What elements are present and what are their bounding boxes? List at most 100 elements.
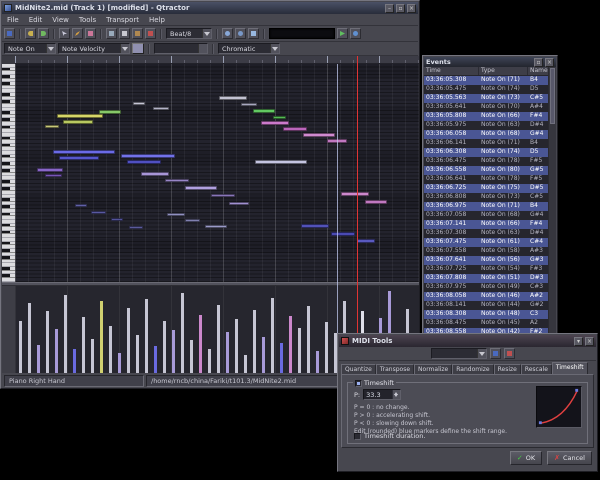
event-row[interactable]: 03:36:05.563Note On (73)C#5 bbox=[424, 94, 550, 103]
midi-note[interactable] bbox=[75, 204, 87, 207]
cancel-button[interactable]: ✗ Cancel bbox=[547, 451, 592, 465]
velocity-bar[interactable] bbox=[109, 326, 112, 373]
piano-roll[interactable] bbox=[15, 64, 419, 282]
tab-randomize[interactable]: Randomize bbox=[452, 364, 493, 374]
menu-file[interactable]: File bbox=[2, 15, 24, 25]
midi-note[interactable] bbox=[129, 226, 143, 229]
chevron-down-icon[interactable] bbox=[120, 44, 129, 53]
delete-icon[interactable] bbox=[145, 28, 156, 39]
tab-quantize[interactable]: Quantize bbox=[341, 364, 376, 374]
midi-note[interactable] bbox=[255, 160, 307, 164]
velocity-bar[interactable] bbox=[325, 322, 328, 373]
midi-note[interactable] bbox=[241, 103, 257, 106]
event-row[interactable]: 03:36:08.308Note On (48)C3 bbox=[424, 310, 550, 319]
event-row[interactable]: 03:36:05.975Note On (63)D#4 bbox=[424, 121, 550, 130]
event-row[interactable]: 03:36:07.558Note On (58)A#3 bbox=[424, 247, 550, 256]
velocity-bar[interactable] bbox=[316, 351, 319, 373]
event-row[interactable]: 03:36:06.641Note On (78)F#5 bbox=[424, 175, 550, 184]
tab-rescale[interactable]: Rescale bbox=[521, 364, 552, 374]
velocity-bar[interactable] bbox=[217, 305, 220, 373]
dialog-close-button[interactable]: × bbox=[585, 337, 594, 346]
event-row[interactable]: 03:36:06.808Note On (73)C#5 bbox=[424, 193, 550, 202]
menu-view[interactable]: View bbox=[47, 15, 74, 25]
event-row[interactable]: 03:36:06.141Note On (71)B4 bbox=[424, 139, 550, 148]
draw-tool-icon[interactable] bbox=[72, 28, 83, 39]
menu-help[interactable]: Help bbox=[144, 15, 170, 25]
midi-note[interactable] bbox=[341, 192, 369, 196]
midi-note[interactable] bbox=[301, 224, 329, 228]
midi-note[interactable] bbox=[167, 213, 185, 216]
spinner-arrows-icon[interactable] bbox=[392, 390, 400, 399]
timeline-ruler[interactable] bbox=[15, 56, 419, 64]
velocity-bar[interactable] bbox=[199, 315, 202, 373]
loop-icon[interactable] bbox=[350, 28, 361, 39]
midi-note[interactable] bbox=[99, 110, 121, 114]
velocity-bar[interactable] bbox=[118, 353, 121, 373]
event-row[interactable]: 03:36:07.141Note On (66)F#4 bbox=[424, 220, 550, 229]
velocity-bar[interactable] bbox=[208, 349, 211, 373]
tab-normalize[interactable]: Normalize bbox=[414, 364, 452, 374]
save-icon[interactable] bbox=[4, 28, 15, 39]
event-row[interactable]: 03:36:08.141Note On (44)G#2 bbox=[424, 301, 550, 310]
menu-transport[interactable]: Transport bbox=[101, 15, 144, 25]
event-row[interactable]: 03:36:07.808Note On (51)D#3 bbox=[424, 274, 550, 283]
cut-icon[interactable] bbox=[106, 28, 117, 39]
minimize-button[interactable]: – bbox=[385, 4, 394, 13]
event-param-combo[interactable]: Note Velocity bbox=[58, 43, 130, 54]
velocity-bar[interactable] bbox=[244, 355, 247, 373]
event-row[interactable]: 03:36:05.808Note On (66)F#4 bbox=[424, 112, 550, 121]
p-spinbox[interactable]: 33.3 bbox=[363, 389, 401, 400]
velocity-bar[interactable] bbox=[253, 310, 256, 373]
piano-keyboard[interactable] bbox=[2, 64, 15, 282]
velocity-bar[interactable] bbox=[136, 335, 139, 373]
preset-delete-icon[interactable] bbox=[504, 348, 515, 359]
velocity-bar[interactable] bbox=[82, 317, 85, 373]
copy-icon[interactable] bbox=[119, 28, 130, 39]
event-row[interactable]: 03:36:07.975Note On (49)C#3 bbox=[424, 283, 550, 292]
maximize-button[interactable]: ▫ bbox=[396, 4, 405, 13]
velocity-bar[interactable] bbox=[226, 332, 229, 373]
midi-note[interactable] bbox=[253, 109, 275, 113]
midi-note[interactable] bbox=[91, 211, 106, 214]
midi-note[interactable] bbox=[273, 116, 286, 119]
velocity-bar[interactable] bbox=[190, 340, 193, 373]
velocity-bar[interactable] bbox=[298, 328, 301, 373]
titlebar[interactable]: MidNite2.mid (Track 1) [modified] - Qtra… bbox=[2, 2, 418, 14]
velocity-bar[interactable] bbox=[19, 321, 22, 373]
event-row[interactable]: 03:36:06.308Note On (74)D5 bbox=[424, 148, 550, 157]
chevron-down-icon[interactable] bbox=[270, 44, 279, 53]
velocity-bar[interactable] bbox=[46, 311, 49, 373]
event-row[interactable]: 03:36:07.058Note On (68)G#4 bbox=[424, 211, 550, 220]
midi-note[interactable] bbox=[133, 102, 145, 105]
midi-note[interactable] bbox=[37, 168, 63, 172]
midi-note[interactable] bbox=[365, 200, 387, 204]
midi-note[interactable] bbox=[153, 107, 169, 110]
midi-note[interactable] bbox=[331, 232, 355, 236]
midi-note[interactable] bbox=[205, 225, 227, 228]
scale-combo[interactable]: Chromatic bbox=[218, 43, 280, 54]
velocity-bar[interactable] bbox=[289, 316, 292, 373]
velocity-bar[interactable] bbox=[280, 343, 283, 373]
midi-note[interactable] bbox=[283, 127, 307, 131]
midi-note[interactable] bbox=[59, 156, 99, 160]
midi-note[interactable] bbox=[127, 160, 161, 164]
erase-tool-icon[interactable] bbox=[85, 28, 96, 39]
midi-note[interactable] bbox=[211, 194, 235, 197]
velocity-bar[interactable] bbox=[163, 321, 166, 373]
piano-key[interactable] bbox=[2, 278, 15, 282]
event-row[interactable]: 03:36:07.641Note On (56)G#3 bbox=[424, 256, 550, 265]
event-row[interactable]: 03:36:06.475Note On (78)F#5 bbox=[424, 157, 550, 166]
events-scrollbar-thumb[interactable] bbox=[550, 68, 555, 124]
event-row[interactable]: 03:36:06.558Note On (80)G#5 bbox=[424, 166, 550, 175]
velocity-bar[interactable] bbox=[154, 346, 157, 373]
velocity-bar[interactable] bbox=[262, 337, 265, 373]
events-close-button[interactable]: × bbox=[545, 58, 554, 67]
midi-note[interactable] bbox=[121, 154, 175, 158]
velocity-bar[interactable] bbox=[307, 306, 310, 373]
dialog-titlebar[interactable]: MIDI Tools ▾ × bbox=[339, 335, 596, 347]
events-column-name[interactable]: Name bbox=[528, 67, 550, 75]
velocity-bar[interactable] bbox=[235, 319, 238, 373]
chevron-down-icon[interactable] bbox=[477, 349, 486, 358]
velocity-bar[interactable] bbox=[271, 298, 274, 373]
midi-note[interactable] bbox=[261, 121, 289, 125]
